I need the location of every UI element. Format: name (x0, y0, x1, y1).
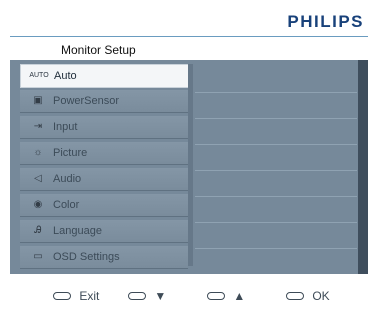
menu-item-label: Color (53, 199, 80, 211)
osd-settings-icon: ▭ (33, 251, 43, 262)
submenu-divider (195, 92, 357, 93)
menu-item-label: PowerSensor (53, 95, 120, 107)
menu-item-label: Input (53, 121, 78, 133)
menu-item-label: Audio (53, 173, 82, 185)
exit-button[interactable]: Exit (53, 288, 99, 306)
menu-item-color[interactable]: ◉ Color (20, 194, 188, 217)
button-pill-icon (207, 291, 225, 300)
brand-logo: PHILIPS (287, 12, 364, 31)
menu-item-label: OSD Settings (53, 251, 120, 263)
down-button[interactable]: ▼ (128, 288, 166, 306)
audio-icon: ◁ (34, 173, 42, 184)
color-icon: ◉ (33, 199, 43, 210)
menu-item-input[interactable]: ⇥ Input (20, 116, 188, 139)
menu-item-label: Language (53, 225, 102, 237)
picture-icon: ☼ (33, 147, 43, 158)
submenu-divider (195, 170, 357, 171)
exit-label: Exit (79, 288, 100, 303)
powersensor-icon: ▣ (33, 95, 43, 106)
menu-item-label: Auto (54, 70, 77, 82)
page-title: Monitor Setup (61, 43, 136, 57)
menu-item-auto[interactable]: AUTO Auto (20, 64, 190, 88)
submenu-divider (195, 248, 357, 249)
menu-item-osd-settings[interactable]: ▭ OSD Settings (20, 246, 188, 269)
submenu-divider (195, 196, 357, 197)
button-pill-icon (128, 291, 146, 300)
menu-item-audio[interactable]: ◁ Audio (20, 168, 188, 191)
submenu-divider (195, 222, 357, 223)
menu-item-label: Picture (53, 147, 88, 159)
ok-button[interactable]: OK (286, 288, 330, 306)
button-pill-icon (286, 291, 304, 300)
panel-edge (358, 60, 368, 274)
menu-item-language[interactable]: Ꭿ Language (20, 220, 188, 243)
main-menu: AUTO Auto ▣ PowerSensor ⇥ Input ☼ Pictur… (11, 60, 191, 274)
up-arrow-icon: ▲ (233, 288, 246, 303)
menu-item-picture[interactable]: ☼ Picture (20, 142, 188, 165)
auto-icon: AUTO (29, 72, 49, 79)
down-arrow-icon: ▼ (154, 288, 167, 303)
submenu-divider (195, 144, 357, 145)
input-icon: ⇥ (33, 121, 43, 132)
language-icon: Ꭿ (34, 225, 42, 236)
submenu-divider (195, 118, 357, 119)
submenu-panel (195, 63, 357, 269)
up-button[interactable]: ▲ (207, 288, 245, 306)
header-divider (10, 36, 368, 37)
footer-controls: Exit ▼ ▲ OK (0, 283, 377, 311)
menu-item-powersensor[interactable]: ▣ PowerSensor (20, 90, 188, 113)
header: PHILIPS Monitor Setup (0, 0, 377, 65)
menu-scrollbar[interactable] (188, 64, 193, 266)
ok-label: OK (312, 288, 330, 303)
button-pill-icon (53, 291, 71, 300)
